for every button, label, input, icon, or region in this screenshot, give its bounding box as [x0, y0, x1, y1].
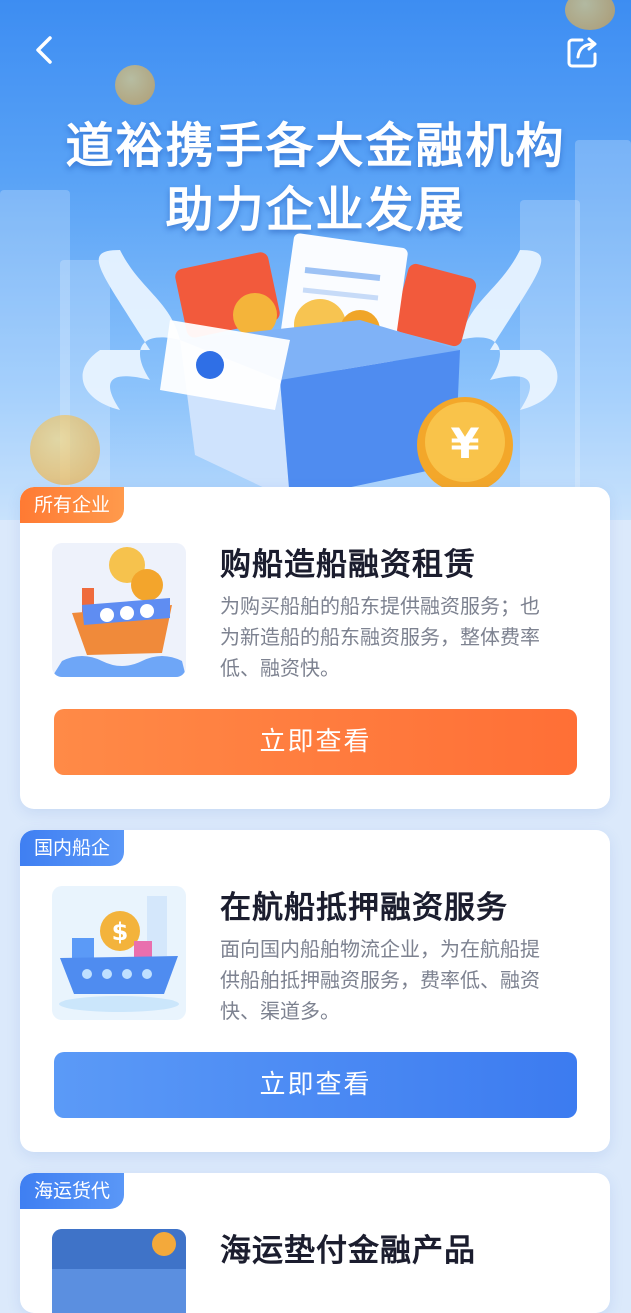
- svg-text:¥: ¥: [450, 419, 479, 468]
- product-title: 海运垫付金融产品: [220, 1233, 476, 1269]
- finance-box-illustration: ¥: [82, 233, 558, 500]
- share-icon: [567, 37, 597, 68]
- hero-banner: 道裕携手各大金融机构 助力企业发展 ¥: [0, 0, 631, 520]
- product-card-shipping-advance: 海运货代 海运垫付金融产品: [20, 1173, 610, 1313]
- product-title: 购船造船融资租赁: [220, 547, 476, 583]
- cargo-ship-icon: $: [52, 886, 186, 1020]
- chevron-left-icon: [36, 36, 52, 64]
- audience-tag: 所有企业: [20, 487, 125, 523]
- audience-tag: 国内船企: [20, 830, 125, 866]
- coin-decoration-icon: [565, 0, 615, 30]
- coin-decoration-icon: [115, 65, 155, 105]
- shipping-advance-thumbnail: [52, 1229, 186, 1313]
- share-button[interactable]: [560, 30, 604, 74]
- product-card-mortgage-financing: 国内船企 $ 在航船抵押融资服务 面向国内船舶物流企业，为在航船提供船舶抵押融资…: [20, 830, 610, 1152]
- product-description: 面向国内船舶物流企业，为在航船提供船舶抵押融资服务，费率低、融资快、渠道多。: [220, 937, 540, 1023]
- shipping-icon: [52, 1229, 186, 1313]
- product-description: 为购买船舶的船东提供融资服务；也为新造船的船东融资服务，整体费率低、融资快。: [220, 594, 540, 680]
- hero-title-line1: 道裕携手各大金融机构: [65, 118, 566, 174]
- mortgage-financing-thumbnail: $: [52, 886, 186, 1020]
- ship-icon: [52, 543, 186, 677]
- back-button[interactable]: [26, 30, 66, 70]
- ship-leasing-thumbnail: [52, 543, 186, 677]
- svg-text:$: $: [112, 918, 129, 946]
- product-card-ship-leasing: 所有企业 购船造船融资租赁 为购买船舶的船东提供融资服务；也为新造船的船东融资服…: [20, 487, 610, 809]
- view-now-button[interactable]: 立即查看: [54, 1052, 577, 1118]
- product-title: 在航船抵押融资服务: [220, 890, 508, 926]
- audience-tag: 海运货代: [20, 1173, 125, 1209]
- view-now-button[interactable]: 立即查看: [54, 709, 577, 775]
